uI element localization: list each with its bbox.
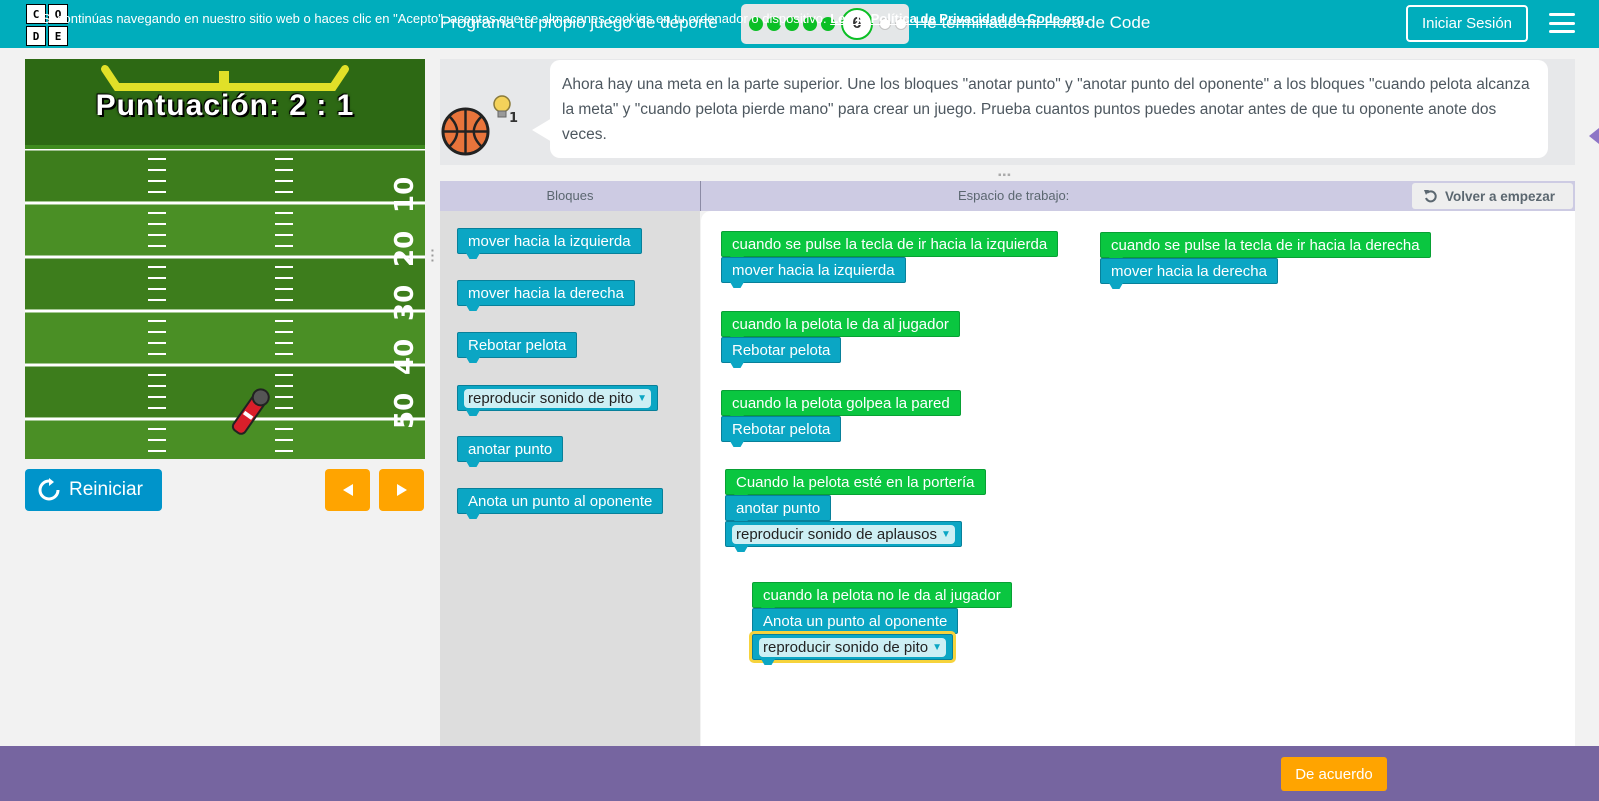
restart-label: Volver a empezar [1445,188,1556,204]
toolbox-block-bounce[interactable]: Rebotar pelota [457,332,578,358]
privacy-policy-link[interactable]: Lee la Política de Privacidad de Code.or… [830,11,1088,26]
yard-number: 10 [390,177,420,213]
cookie-accept-button[interactable]: De acuerdo [1281,757,1387,791]
event-block-ball-misses-paddle[interactable]: cuando la pelota no le da al jugador [752,582,1012,608]
sound-dropdown-label: reproducir sonido de pito [763,638,929,656]
event-block-right-key[interactable]: cuando se pulse la tecla de ir hacia la … [1100,232,1431,258]
signin-button[interactable]: Iniciar Sesión [1406,5,1528,42]
yard-number: 40 [390,339,420,375]
action-block-move-right[interactable]: mover hacia la derecha [1100,258,1278,284]
sound-dropdown[interactable]: reproducir sonido de pito ▼ [759,637,947,657]
cookie-message: Si continúas navegando en nuestro sitio … [20,10,1110,27]
toolbox-block-opponent-score[interactable]: Anota un punto al oponente [457,488,664,514]
hamburger-icon[interactable] [1549,13,1575,33]
toolbox-block-move-left[interactable]: mover hacia la izquierda [457,228,642,254]
prev-button[interactable] [325,469,370,511]
dropdown-caret-icon: ▼ [637,392,648,404]
event-block-left-key[interactable]: cuando se pulse la tecla de ir hacia la … [721,231,1059,257]
action-block-play-sound[interactable]: reproducir sonido de aplausos ▼ [725,521,962,547]
panel-resize-grip-icon[interactable]: ▪ ▪ ▪ [431,247,435,265]
triangle-right-icon [396,484,407,496]
resize-grip-icon[interactable]: ▪▪▪ [998,170,1012,181]
toolbox-block-score[interactable]: anotar punto [457,436,564,462]
toolbox-heading: Bloques [546,188,594,203]
action-block-play-sound-selected[interactable]: reproducir sonido de pito ▼ [748,631,957,663]
event-block-ball-in-goal[interactable]: Cuando la pelota esté en la portería [725,469,986,495]
restart-button[interactable]: Volver a empezar [1412,183,1573,209]
sound-dropdown-label: reproducir sonido de pito [468,389,634,407]
refresh-icon [38,478,60,501]
dropdown-caret-icon: ▼ [932,641,943,653]
toolbox-block-play-sound[interactable]: reproducir sonido de pito ▼ [457,385,659,411]
reset-button[interactable]: Reiniciar [25,469,162,511]
football-field: 10 20 30 40 50 [25,149,425,459]
event-block-ball-hits-paddle[interactable]: cuando la pelota le da al jugador [721,311,960,337]
basketball-icon [441,107,490,156]
yard-number: 50 [390,393,420,429]
header-divider [700,181,701,211]
collapse-arrow-icon[interactable] [1589,128,1599,144]
action-block-bounce[interactable]: Rebotar pelota [721,337,842,363]
yard-number: 30 [390,285,420,321]
action-block-move-left[interactable]: mover hacia la izquierda [721,257,906,283]
workspace-heading: Espacio de trabajo: [958,188,1070,203]
sound-dropdown[interactable]: reproducir sonido de pito ▼ [464,388,652,408]
event-block-ball-hits-wall[interactable]: cuando la pelota golpea la pared [721,390,961,416]
reset-label: Reiniciar [69,479,143,500]
yard-number: 20 [390,231,420,267]
action-block-opponent-score[interactable]: Anota un punto al oponente [752,608,959,634]
logo-letter: D [26,26,46,46]
sound-dropdown-label: reproducir sonido de aplausos [736,525,937,543]
lightbulb-icon[interactable]: 1 [490,94,520,124]
instructions-text: Ahora hay una meta en la parte superior.… [532,60,1548,158]
action-block-score-point[interactable]: anotar punto [725,495,832,521]
toolbox-block-move-right[interactable]: mover hacia la derecha [457,280,635,306]
dropdown-caret-icon: ▼ [940,528,951,540]
sound-dropdown[interactable]: reproducir sonido de aplausos ▼ [732,524,955,544]
hint-count: 1 [509,111,518,124]
next-button[interactable] [379,469,424,511]
game-canvas[interactable]: Puntuación: 2 : 1 10 20 30 40 50 [25,59,425,459]
triangle-left-icon [342,484,353,496]
action-block-bounce[interactable]: Rebotar pelota [721,416,842,442]
cookie-text: Si continúas navegando en nuestro sitio … [41,11,827,26]
undo-icon [1424,190,1437,203]
score-display: Puntuación: 2 : 1 [95,89,355,122]
logo-letter: E [48,26,68,46]
